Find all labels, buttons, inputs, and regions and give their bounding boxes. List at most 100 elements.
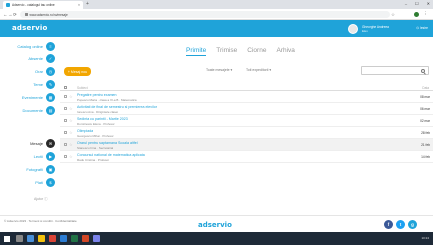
browser-menu-icon[interactable]: ⋮ <box>424 11 429 17</box>
sidebar-item-label: Plati <box>35 179 43 185</box>
star-icon[interactable]: ☆ <box>69 130 73 135</box>
star-icon[interactable]: ☆ <box>69 106 73 111</box>
sidebar-item-mesaje[interactable]: Mesaje ✉ <box>0 138 58 148</box>
star-icon[interactable]: ☆ <box>69 142 73 147</box>
message-preview: Georgescu Mihai · Profesor <box>77 133 114 138</box>
row-checkbox[interactable] <box>64 131 67 134</box>
sidebar-item-label: Orar <box>35 68 43 74</box>
word-icon[interactable] <box>60 235 67 242</box>
message-date: 02 mar <box>420 118 430 123</box>
sidebar-item-fotografii[interactable]: Fotografii ▣ <box>0 164 58 174</box>
sidebar-item-label: Teme <box>33 81 43 87</box>
sidebar-item-teme[interactable]: Teme ✎ <box>0 79 58 89</box>
sidebar-item-lectii[interactable]: Lectii ▶ <box>0 151 58 161</box>
message-subject[interactable]: Activitati de final de semestru si premi… <box>77 105 157 109</box>
row-checkbox[interactable] <box>64 155 67 158</box>
teams-icon[interactable] <box>93 235 100 242</box>
search-icon[interactable] <box>421 68 425 73</box>
footer-logo: adservio <box>198 221 232 229</box>
facebook-icon[interactable]: f <box>384 220 393 229</box>
star-icon[interactable]: ☆ <box>69 118 73 123</box>
powerpoint-icon[interactable] <box>82 235 89 242</box>
windows-start-icon[interactable] <box>4 235 10 242</box>
app-logo[interactable]: adservio <box>12 24 47 32</box>
minimize-button[interactable]: – <box>405 1 407 6</box>
row-checkbox[interactable] <box>64 107 67 110</box>
message-row[interactable]: ☆ Activitati de final de semestru si pre… <box>60 103 433 115</box>
search-taskbar-icon[interactable] <box>16 235 23 242</box>
forward-icon[interactable]: → <box>8 12 13 17</box>
sidebar-item-evenimente[interactable]: Evenimente ▦ <box>0 92 58 102</box>
sidebar-item-absente[interactable]: Absente ✓ <box>0 53 58 63</box>
task-view-icon[interactable] <box>27 235 34 242</box>
chrome-icon[interactable] <box>49 235 56 242</box>
list-header: Subiect Data <box>60 84 433 91</box>
new-message-button[interactable]: + Mesaj nou <box>64 67 91 76</box>
select-all-checkbox[interactable] <box>64 85 67 89</box>
row-checkbox[interactable] <box>64 119 67 122</box>
browser-tab[interactable]: Adservio - catalogul tau online × <box>3 1 83 9</box>
tab-ciorne[interactable]: Ciorne <box>247 47 266 56</box>
tab-trimise[interactable]: Trimise <box>216 47 237 56</box>
message-row[interactable]: ☆ Olimpiada Georgescu Mihai · Profesor 2… <box>60 127 433 139</box>
message-subject[interactable]: Concursul national de matematica aplicat… <box>77 153 145 157</box>
star-icon[interactable]: ☆ <box>69 154 73 159</box>
new-tab-button[interactable]: + <box>86 1 89 7</box>
sidebar-item-label: Absente <box>28 55 43 61</box>
excel-icon[interactable] <box>71 235 78 242</box>
file-explorer-icon[interactable] <box>38 235 45 242</box>
google-icon[interactable]: g <box>408 220 417 229</box>
profile-icon[interactable] <box>414 11 419 17</box>
lock-icon <box>25 13 28 16</box>
tab-primite[interactable]: Primite <box>186 47 207 56</box>
message-row[interactable]: ☆ Pregatire pentru examen Popescu Maria … <box>60 91 433 103</box>
url-input[interactable]: www.adservio.ro/ro/mesaje <box>20 11 390 18</box>
row-checkbox[interactable] <box>64 95 67 98</box>
message-subject[interactable]: Pregatire pentru examen <box>77 93 117 97</box>
star-icon[interactable]: ☆ <box>69 94 73 99</box>
calendar-icon: ▦ <box>46 92 55 102</box>
sidebar-item-label: Catalog online <box>17 43 43 49</box>
message-preview: Radu Cristina · Profesor <box>77 157 110 162</box>
message-row[interactable]: ☆ Orarul pentru saptamana Scoala altfel … <box>60 139 433 151</box>
message-date: 21 feb <box>421 142 430 147</box>
filter-messages-dropdown[interactable]: Toate mesajele ▾ <box>206 68 232 72</box>
tab-arhiva[interactable]: Arhiva <box>276 47 294 56</box>
search-input[interactable] <box>361 66 429 75</box>
filter-sender-dropdown[interactable]: Toti expeditorii ▾ <box>246 68 271 72</box>
message-tabs: Primite Trimise Ciorne Arhiva <box>186 47 295 56</box>
payment-icon: $ <box>46 177 55 187</box>
help-link[interactable]: Ajutor ⓘ <box>34 197 48 202</box>
sidebar-item-documente[interactable]: Documente ▤ <box>0 105 58 115</box>
message-subject[interactable]: Sedinta cu parintii - Martie 2023 <box>77 117 128 121</box>
row-checkbox[interactable] <box>64 143 67 146</box>
avatar[interactable] <box>348 23 358 34</box>
close-tab-icon[interactable]: × <box>78 3 80 7</box>
sidebar-item-orar[interactable]: Orar ◷ <box>0 66 58 76</box>
url-text: www.adservio.ro/ro/mesaje <box>29 12 68 17</box>
message-subject[interactable]: Orarul pentru saptamana Scoala altfel <box>77 141 138 145</box>
reload-icon[interactable]: ⟳ <box>13 12 17 18</box>
logout-button[interactable]: ⏻ Iesire <box>416 26 428 30</box>
photo-icon: ▣ <box>46 164 55 174</box>
maximize-button[interactable]: ☐ <box>415 1 419 6</box>
app-header: adservio Gheorghe Andreea Elev ⏻ Iesire <box>0 20 433 37</box>
back-icon[interactable]: ← <box>3 12 8 17</box>
message-subject[interactable]: Olimpiada <box>77 129 93 133</box>
message-preview: Popescu Maria · clasa a XI-a B · Matemat… <box>77 97 137 102</box>
message-row[interactable]: ☆ Sedinta cu parintii - Martie 2023 Dumi… <box>60 115 433 127</box>
sidebar-item-catalog[interactable]: Catalog online ≡ <box>0 41 58 51</box>
check-icon: ✓ <box>46 53 55 63</box>
sidebar-item-label: Fotografii <box>26 166 43 172</box>
twitter-icon[interactable]: t <box>396 220 405 229</box>
message-list: Subiect Data ☆ Pregatire pentru examen P… <box>60 84 433 163</box>
sidebar-item-label: Documente <box>22 107 43 113</box>
sidebar-item-plati[interactable]: Plati $ <box>0 177 58 187</box>
user-name[interactable]: Gheorghe Andreea <box>362 25 389 29</box>
bookmark-star-icon[interactable]: ☆ <box>391 12 395 18</box>
sidebar: Catalog online ≡ Absente ✓ Orar ◷ Teme ✎… <box>0 37 58 215</box>
close-window-button[interactable]: ✕ <box>427 1 430 6</box>
clock[interactable]: 10:24 <box>421 236 429 240</box>
browser-tab-title: Adservio - catalogul tau online <box>12 3 55 7</box>
message-row[interactable]: ☆ Concursul national de matematica aplic… <box>60 151 433 163</box>
